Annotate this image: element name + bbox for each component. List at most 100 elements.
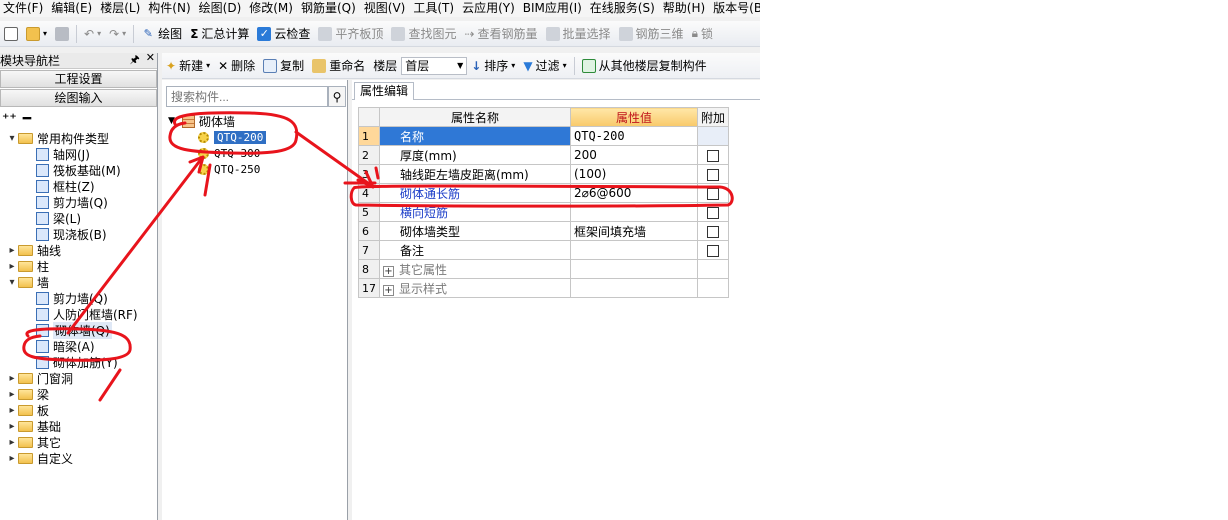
property-row[interactable]: 8 + 其它属性 [358,259,730,279]
nav-tree-group[interactable]: ▸ 梁 [0,386,157,402]
cloud-check-button[interactable]: ✓ 云检查 [253,23,314,45]
nav-tree-item[interactable]: 人防门框墙(RF) [0,306,157,322]
menu-file[interactable]: 文件(F) [0,0,48,17]
nav-tree-group[interactable]: ▸ 柱 [0,258,157,274]
batch-select-button[interactable]: 批量选择 [542,23,615,45]
expand-plus-icon[interactable]: + [383,265,394,277]
expand-icon[interactable]: ▸ [6,405,18,416]
search-input[interactable] [166,86,328,107]
nav-tree-group[interactable]: ▸ 轴线 [0,242,157,258]
property-row[interactable]: 7 备注 [358,240,730,260]
property-row[interactable]: 17 + 显示样式 [358,278,730,298]
extra-checkbox[interactable] [707,206,719,219]
menu-rebar[interactable]: 钢筋量(Q) [298,0,361,17]
sort-button[interactable]: ↓ 排序 ▾ [467,55,519,77]
property-row[interactable]: 5 横向短筋 [358,202,730,222]
draw-button[interactable]: ✎ 绘图 [137,23,186,45]
property-extra-cell[interactable] [696,202,730,222]
nav-tree-group[interactable]: ▸ 其它 [0,434,157,450]
collapse-icon[interactable]: ▾ [6,133,18,144]
project-settings-button[interactable]: 工程设置 [0,70,157,88]
property-value-cell[interactable]: QTQ-200 [570,126,698,146]
extra-checkbox[interactable] [707,149,719,162]
property-row[interactable]: 6 砌体墙类型 框架间填充墙 [358,221,730,241]
filter-button[interactable]: ▼ 过滤 ▾ [519,55,570,77]
menu-modify[interactable]: 修改(M) [246,0,298,17]
expand-icon[interactable]: ▸ [6,245,18,256]
nav-tree-group[interactable]: ▾ 常用构件类型 [0,130,157,146]
property-value-cell[interactable]: (100) [570,164,698,184]
property-value-cell[interactable]: 200 [570,145,698,165]
property-extra-cell[interactable] [696,183,730,203]
rebar-3d-button[interactable]: 钢筋三维 [615,23,688,45]
collapse-icon[interactable]: ▾ [6,277,18,288]
undo-button[interactable]: ↶ ▾ [80,23,105,45]
property-extra-cell[interactable] [696,164,730,184]
nav-tree-item[interactable]: 暗梁(A) [0,338,157,354]
expand-plus-icon[interactable]: + [383,284,394,296]
property-value-cell[interactable]: 2⌀6@600 [570,183,698,203]
extra-checkbox[interactable] [707,187,719,200]
expand-icon[interactable]: ▸ [6,261,18,272]
menu-bim[interactable]: BIM应用(I) [520,0,587,17]
copy-from-floor-button[interactable]: 从其他楼层复制构件 [578,55,711,77]
property-extra-cell[interactable] [696,240,730,260]
expand-icon[interactable]: ▸ [6,437,18,448]
menu-help[interactable]: 帮助(H) [660,0,710,17]
nav-tree-group[interactable]: ▸ 基础 [0,418,157,434]
nav-tree-item[interactable]: 筏板基础(M) [0,162,157,178]
nav-tree-item[interactable]: 梁(L) [0,210,157,226]
copy-button[interactable]: 复制 [259,55,308,77]
view-rebar-button[interactable]: ⇢ 查看钢筋量 [460,23,541,45]
component-root[interactable]: ▼ 砌体墙 [168,113,344,129]
property-value-cell[interactable] [570,278,698,298]
lock-button[interactable]: 🔒︎ 锁 [688,23,717,45]
save-button[interactable] [51,23,73,45]
menu-component[interactable]: 构件(N) [145,0,195,17]
menu-tools[interactable]: 工具(T) [410,0,459,17]
collapse-all-icon[interactable]: ━ [23,111,31,127]
delete-button[interactable]: ✕ 删除 [214,55,259,77]
property-extra-cell[interactable] [696,221,730,241]
drawing-input-button[interactable]: 绘图输入 [0,89,157,107]
property-row[interactable]: 2 厚度(mm) 200 [358,145,730,165]
property-value-cell[interactable] [570,202,698,222]
component-item[interactable]: QTQ-200 [168,129,344,145]
expand-icon[interactable]: ▸ [6,373,18,384]
property-value-cell[interactable] [570,259,698,279]
redo-button[interactable]: ↷ ▾ [105,23,130,45]
menu-view[interactable]: 视图(V) [361,0,411,17]
nav-tree-item[interactable]: 剪力墙(Q) [0,290,157,306]
nav-tree-item[interactable]: 剪力墙(Q) [0,194,157,210]
tab-property-edit[interactable]: 属性编辑 [354,82,415,100]
expand-icon[interactable]: ▸ [6,453,18,464]
property-value-cell[interactable] [570,240,698,260]
nav-tree-item[interactable]: 砌体墙(Q) [0,321,157,339]
component-item[interactable]: QTQ-250 [168,161,344,177]
menu-version[interactable]: 版本号(B) [710,0,760,17]
nav-tree-group[interactable]: ▸ 自定义 [0,450,157,466]
new-component-button[interactable]: ✦ 新建 ▾ [162,55,214,77]
menu-draw[interactable]: 绘图(D) [196,0,247,17]
menu-online[interactable]: 在线服务(S) [587,0,660,17]
property-extra-cell[interactable] [696,145,730,165]
expand-icon[interactable]: ▸ [6,389,18,400]
menu-cloud[interactable]: 云应用(Y) [459,0,520,17]
nav-tree-group[interactable]: ▾ 墙 [0,274,157,290]
nav-tree-item[interactable]: 现浇板(B) [0,226,157,242]
component-item[interactable]: QTQ-300 [168,145,344,161]
property-row[interactable]: 3 轴线距左墙皮距离(mm) (100) [358,164,730,184]
nav-tree-item[interactable]: 框柱(Z) [0,178,157,194]
close-icon[interactable]: ✕ [146,51,155,70]
floor-select[interactable]: 首层 ▼ [401,56,468,75]
search-button[interactable]: ⚲ [328,86,346,107]
pin-icon[interactable]: 🖈︎ [130,51,140,70]
nav-tree-item[interactable]: 砌体加筋(Y) [0,354,157,370]
extra-checkbox[interactable] [707,168,719,181]
new-file-button[interactable] [0,23,22,45]
property-row[interactable]: 1 名称 QTQ-200 [358,126,730,146]
menu-edit[interactable]: 编辑(E) [48,0,97,17]
nav-tree-item[interactable]: 轴网(J) [0,146,157,162]
nav-tree-group[interactable]: ▸ 板 [0,402,157,418]
extra-checkbox[interactable] [707,225,719,238]
